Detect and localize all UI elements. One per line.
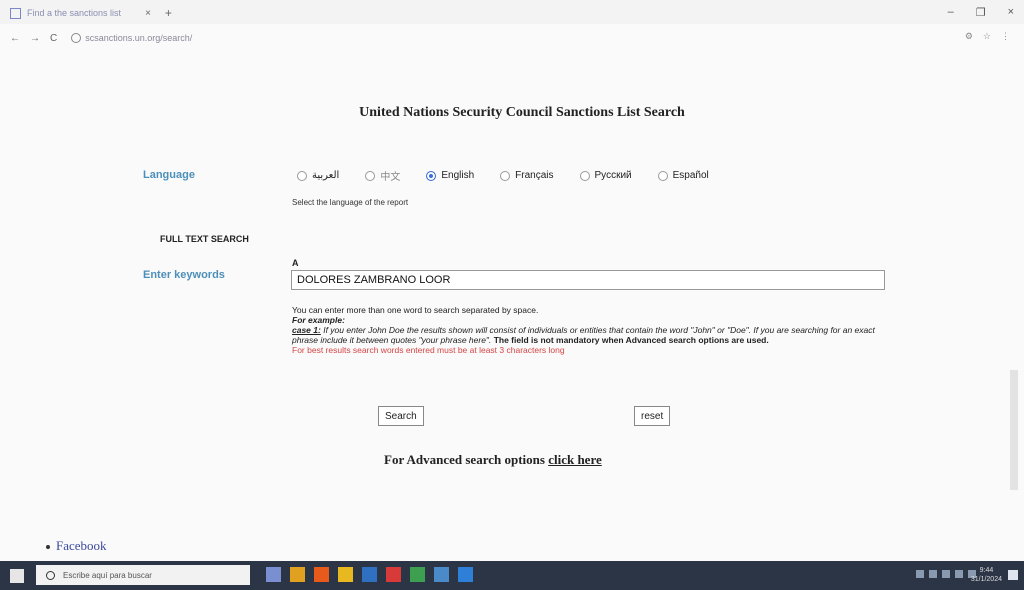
back-button[interactable]: ← xyxy=(10,33,20,44)
help-case-label: case 1: xyxy=(292,325,321,335)
browser-tab-bar: Find a the sanctions list × + – ❐ × xyxy=(0,0,1024,24)
system-tray xyxy=(916,570,976,578)
help-mandatory: The field is not mandatory when Advanced… xyxy=(493,335,769,345)
notification-icon[interactable] xyxy=(1008,570,1018,580)
radio-icon[interactable] xyxy=(500,170,511,181)
taskbar-search-placeholder: Escribe aquí para buscar xyxy=(63,570,152,580)
task-view-icon[interactable] xyxy=(266,567,281,582)
search-icon xyxy=(46,570,55,580)
advanced-search-text: For Advanced search options xyxy=(384,452,545,467)
tab-close-icon[interactable]: × xyxy=(145,8,151,19)
language-label-text: العربية xyxy=(312,170,340,181)
network-icon[interactable] xyxy=(955,570,963,578)
clock-time: 9:44 xyxy=(979,567,994,574)
field-letter: A xyxy=(292,258,299,268)
forward-button[interactable]: → xyxy=(30,33,40,44)
language-label-text: Español xyxy=(672,170,709,181)
url-text: scsanctions.un.org/search/ xyxy=(85,33,193,43)
help-case: case 1: If you enter John Doe the result… xyxy=(292,325,887,345)
taskbar-clock[interactable]: 9:44 31/1/2024 xyxy=(971,566,1002,584)
browser-toolbar-icons: ⚙ ☆ ⋮ xyxy=(965,31,1010,42)
language-option-spanish[interactable]: Español xyxy=(657,168,709,183)
language-option-arabic[interactable]: العربية xyxy=(297,168,339,183)
bookmark-star-icon[interactable]: ☆ xyxy=(983,31,991,42)
new-tab-button[interactable]: + xyxy=(165,6,172,20)
help-line: You can enter more than one word to sear… xyxy=(292,305,539,315)
search-button[interactable]: Search xyxy=(378,406,424,426)
enter-keywords-label: Enter keywords xyxy=(143,269,225,281)
radio-icon[interactable] xyxy=(657,170,668,181)
radio-icon[interactable] xyxy=(579,170,590,181)
taskbar-search[interactable]: Escribe aquí para buscar xyxy=(36,565,250,585)
close-window-button[interactable]: × xyxy=(1008,6,1014,19)
radio-selected-icon[interactable] xyxy=(426,170,437,181)
language-option-chinese[interactable]: 中文 xyxy=(365,168,400,183)
language-label-text: 中文 xyxy=(380,172,401,183)
url-field[interactable]: scsanctions.un.org/search/ xyxy=(71,33,192,43)
settings-icon[interactable]: ⚙ xyxy=(965,31,973,42)
windows-start-icon[interactable] xyxy=(10,569,24,583)
minimize-button[interactable]: – xyxy=(948,6,954,19)
page-scrollbar[interactable] xyxy=(1010,370,1018,490)
excel-icon[interactable] xyxy=(410,567,425,582)
language-option-french[interactable]: Français xyxy=(500,168,554,183)
browser-tab[interactable]: Find a the sanctions list × + xyxy=(10,6,172,20)
address-bar: ← → C scsanctions.un.org/search/ ⚙ ☆ ⋮ xyxy=(0,28,1024,48)
radio-icon[interactable] xyxy=(297,170,307,181)
site-info-icon[interactable] xyxy=(71,33,82,43)
language-hint: Select the language of the report xyxy=(292,198,409,207)
tab-title: Find a the sanctions list xyxy=(27,8,122,18)
language-label-text: English xyxy=(441,170,475,181)
tray-icon[interactable] xyxy=(916,570,924,578)
language-label-text: Français xyxy=(515,170,554,181)
advanced-search-link[interactable]: click here xyxy=(548,452,602,467)
advanced-search-line: For Advanced search options click here xyxy=(384,452,602,468)
reset-button[interactable]: reset xyxy=(634,406,671,426)
file-explorer-icon[interactable] xyxy=(290,567,305,582)
menu-kebab-icon[interactable]: ⋮ xyxy=(1001,31,1010,42)
language-option-russian[interactable]: Русский xyxy=(579,168,632,183)
taskbar-apps xyxy=(266,567,473,582)
maximize-button[interactable]: ❐ xyxy=(976,6,986,19)
full-text-search-heading: FULL TEXT SEARCH xyxy=(160,234,249,244)
tray-icon[interactable] xyxy=(929,570,937,578)
language-option-english[interactable]: English xyxy=(426,168,474,183)
favicon-icon xyxy=(10,7,21,19)
reload-button[interactable]: C xyxy=(50,33,57,44)
help-example: For example: xyxy=(292,315,345,325)
window-controls: – ❐ × xyxy=(948,6,1014,19)
language-label: Language xyxy=(143,169,195,181)
chrome-icon[interactable] xyxy=(338,567,353,582)
language-label-text: Русский xyxy=(594,170,632,181)
page-title: United Nations Security Council Sanction… xyxy=(359,105,685,120)
bullet-icon xyxy=(46,545,50,550)
outlook-icon[interactable] xyxy=(434,567,449,582)
language-options: العربية 中文 English Français Русский Espa… xyxy=(297,168,735,183)
office-icon[interactable] xyxy=(386,567,401,582)
edge-icon[interactable] xyxy=(458,567,473,582)
footer-social-item: Facebook xyxy=(46,538,107,554)
tray-icon[interactable] xyxy=(942,570,950,578)
firefox-icon[interactable] xyxy=(314,567,329,582)
facebook-link[interactable]: Facebook xyxy=(56,538,107,553)
windows-taskbar: Escribe aquí para buscar 9:44 31/1/2024 xyxy=(0,561,1024,590)
help-min-chars: For best results search words entered mu… xyxy=(292,345,565,355)
keywords-input[interactable] xyxy=(291,270,885,290)
word-icon[interactable] xyxy=(362,567,377,582)
search-help-text: You can enter more than one word to sear… xyxy=(292,305,887,355)
clock-date: 31/1/2024 xyxy=(970,576,1002,583)
radio-icon[interactable] xyxy=(365,170,376,181)
